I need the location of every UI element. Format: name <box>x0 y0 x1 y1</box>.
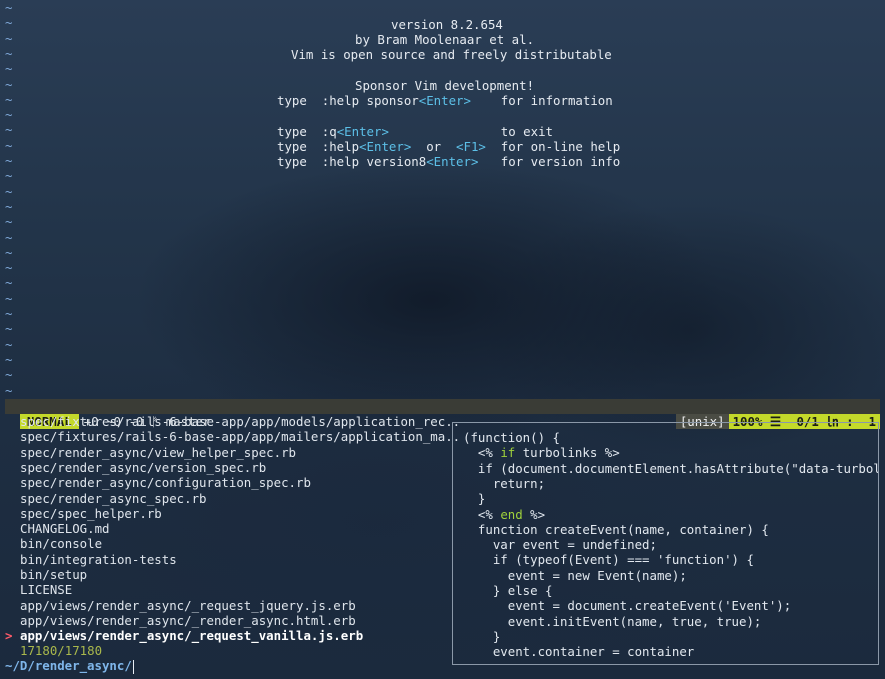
empty-line-tilde: ~ <box>5 351 13 367</box>
fzf-file-item[interactable]: bin/setup <box>20 567 87 582</box>
code-line: function createEvent(name, container) { <box>463 521 769 537</box>
fzf-file-item[interactable]: spec/render_async/version_spec.rb <box>20 460 266 475</box>
vim-statusline: NORMAL +0 ~0 -0 ᚠ master [unix] 100% ☰ 0/1… <box>5 399 880 429</box>
code-line: if (typeof(Event) === 'function') { <box>463 552 754 568</box>
intro-sponsor: Sponsor Vim development! <box>355 78 535 93</box>
empty-line-tilde: ~ <box>5 15 13 31</box>
empty-line-tilde: ~ <box>5 168 13 184</box>
code-line: event.container = container <box>463 644 695 660</box>
fzf-file-item[interactable]: CHANGELOG.md <box>20 521 110 536</box>
fzf-prompt-input[interactable]: ~/D/render_async/ <box>5 658 135 674</box>
empty-line-tilde: ~ <box>5 367 13 383</box>
code-line: return; <box>463 475 546 491</box>
empty-line-tilde: ~ <box>5 260 13 276</box>
fzf-selected-file[interactable]: app/views/render_async/_request_vanilla.… <box>20 628 363 643</box>
fzf-file-item[interactable]: spec/fixtures/rails-6-base-app/app/maile… <box>20 429 460 444</box>
empty-line-tilde: ~ <box>5 122 13 138</box>
fzf-file-item[interactable]: LICENSE <box>20 582 72 597</box>
empty-line-tilde: ~ <box>5 275 13 291</box>
fzf-file-item[interactable]: app/views/render_async/_render_async.htm… <box>20 613 356 628</box>
empty-line-tilde: ~ <box>5 61 13 77</box>
intro-help: type :help<Enter> or <F1> for on-line he… <box>277 139 621 154</box>
empty-line-tilde: ~ <box>5 336 13 352</box>
empty-line-tilde: ~ <box>5 137 13 153</box>
code-line: } else { <box>463 583 553 598</box>
empty-line-tilde: ~ <box>5 214 13 230</box>
code-line: <% end %> <box>463 506 546 522</box>
file-preview-pane[interactable]: (function() { <% if turbolinks %> if (do… <box>452 422 879 665</box>
empty-line-tilde: ~ <box>5 153 13 168</box>
code-line: <% if turbolinks %> <box>463 445 620 461</box>
empty-line-tilde: ~ <box>5 198 13 214</box>
fzf-file-item[interactable]: bin/integration-tests <box>20 552 177 567</box>
empty-line-tilde: ~ <box>5 30 13 46</box>
code-line: var event = undefined; <box>463 537 657 553</box>
empty-line-tilde: ~ <box>5 382 13 398</box>
code-line: if (document.documentElement.hasAttribut… <box>463 460 879 476</box>
fzf-file-item[interactable]: bin/console <box>20 536 102 551</box>
empty-line-tilde: ~ <box>5 229 13 245</box>
empty-line-tilde: ~ <box>5 321 13 337</box>
text-cursor <box>132 659 135 674</box>
empty-line-tilde: ~ <box>5 76 13 92</box>
code-line: } <box>463 628 501 644</box>
intro-help-sponsor: type :help sponsor<Enter> for informatio… <box>277 93 613 108</box>
empty-line-tilde: ~ <box>5 183 13 199</box>
code-line: event.initEvent(name, true, true); <box>463 613 762 629</box>
empty-line-tilde: ~ <box>5 290 13 306</box>
fzf-file-item[interactable]: spec/fixtures/rails-6-base-app/app/model… <box>20 414 460 429</box>
match-count: 17180/17180 <box>20 643 103 658</box>
empty-line-tilde: ~ <box>5 45 13 61</box>
intro-license: Vim is open source and freely distributa… <box>291 47 612 62</box>
empty-line-tilde: ~ <box>5 0 13 15</box>
code-line: (function() { <box>463 430 560 445</box>
code-line: event = document.createEvent('Event'); <box>463 598 792 614</box>
code-line: event = new Event(name); <box>463 567 687 583</box>
fzf-file-item[interactable]: spec/render_async/view_helper_spec.rb <box>20 445 296 460</box>
intro-quit: type :q<Enter> to exit <box>277 124 554 139</box>
code-line: } <box>463 491 486 507</box>
empty-line-tilde: ~ <box>5 107 13 123</box>
selection-pointer: > <box>5 628 13 643</box>
empty-line-tilde: ~ <box>5 244 13 260</box>
intro-version: version 8.2.654 <box>391 17 503 32</box>
intro-author: by Bram Moolenaar et al. <box>355 32 535 47</box>
fzf-file-item[interactable]: spec/render_async/configuration_spec.rb <box>20 475 311 490</box>
fzf-file-item[interactable]: spec/render_async_spec.rb <box>20 491 207 506</box>
fzf-file-item[interactable]: app/views/render_async/_request_jquery.j… <box>20 598 356 613</box>
erb-keyword: end <box>500 506 523 522</box>
empty-line-tilde: ~ <box>5 306 13 321</box>
erb-keyword: if <box>500 445 516 461</box>
fzf-file-item[interactable]: spec/spec_helper.rb <box>20 506 162 521</box>
empty-line-tilde: ~ <box>5 91 13 107</box>
intro-help-version: type :help version8<Enter> for version i… <box>277 154 621 169</box>
